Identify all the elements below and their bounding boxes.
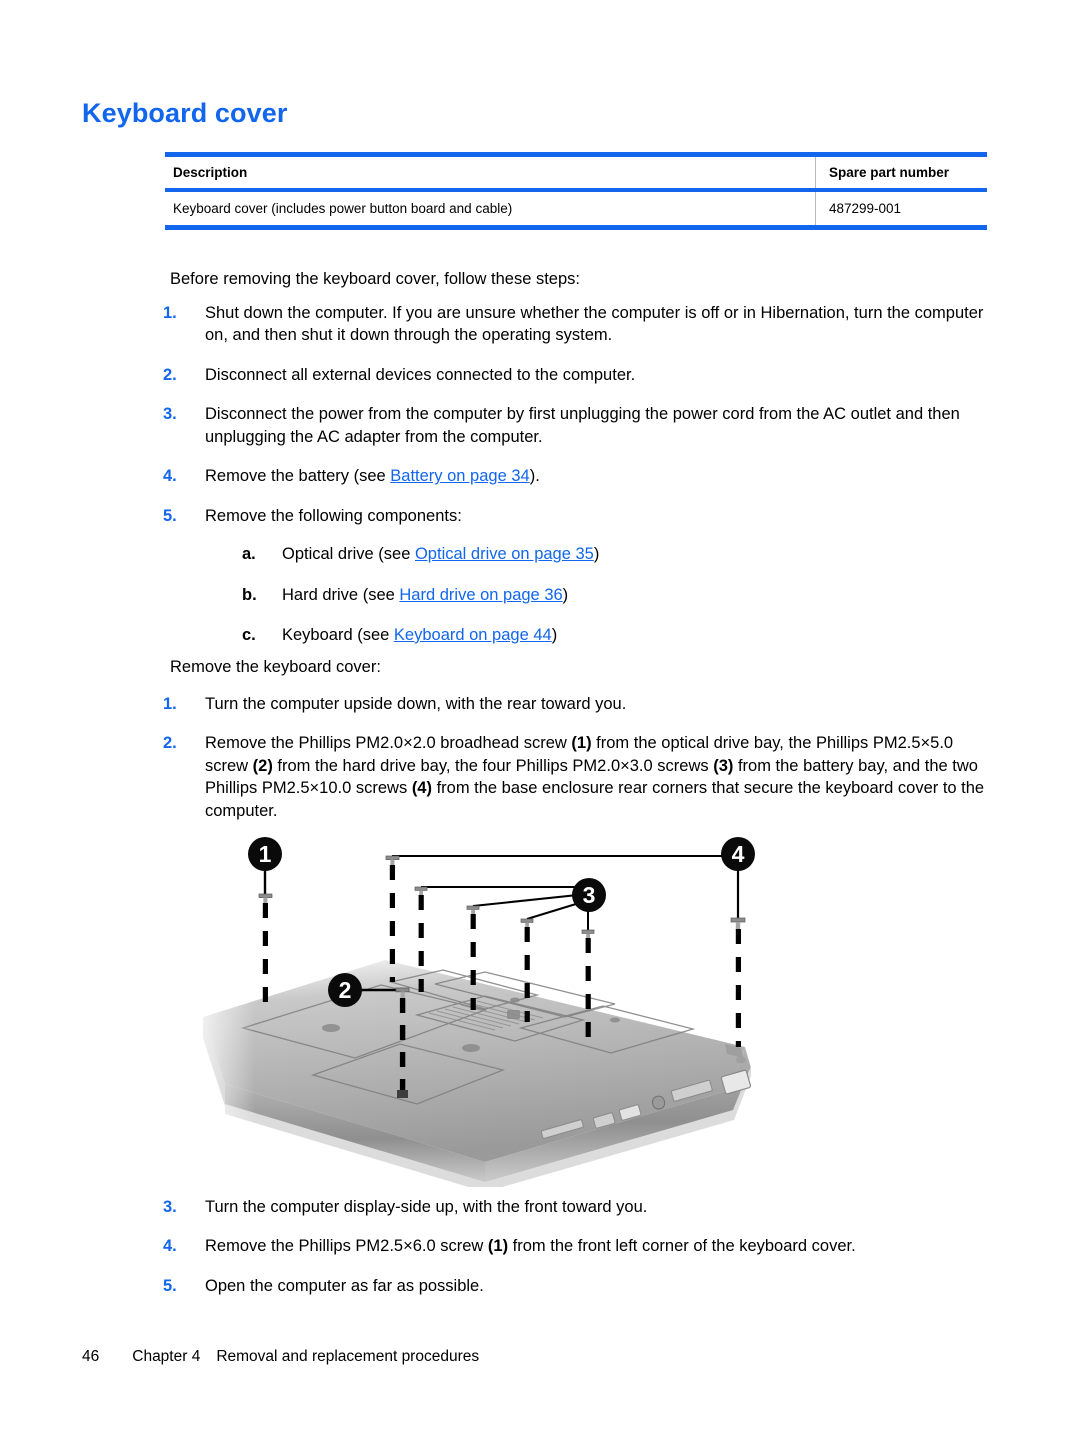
list-marker: 3. [163, 405, 177, 424]
callout-ref-2: (2) [252, 756, 273, 775]
screw-1 [258, 893, 273, 904]
list-item: 5. Open the computer as far as possible. [163, 1275, 993, 1297]
list-item-text: Turn the computer display-side up, with … [205, 1198, 648, 1216]
before-removal-steps-list: 1. Shut down the computer. If you are un… [163, 302, 993, 646]
svg-text:4: 4 [732, 841, 745, 867]
callout-1: 1 [248, 837, 282, 871]
callout-ref-1: (1) [487, 1237, 509, 1256]
text-segment: Optical drive (see [282, 545, 415, 564]
list-item: 3. Turn the computer display-side up, wi… [163, 1196, 993, 1218]
sub-list-marker: c. [242, 625, 256, 644]
svg-text:1: 1 [259, 841, 272, 867]
text-segment: from the front left corner of the keyboa… [508, 1237, 856, 1256]
screw-4b [730, 917, 746, 930]
list-item-text: Disconnect the power from the computer b… [205, 405, 960, 446]
list-item: 4. Remove the Phillips PM2.5×6.0 screw (… [163, 1235, 993, 1257]
text-segment: from the hard drive bay, the four Philli… [272, 756, 714, 775]
page-footer: 46 Chapter 4 Removal and replacement pro… [82, 1348, 479, 1366]
cross-reference-link-keyboard[interactable]: Keyboard on page 44 [394, 626, 552, 644]
text-segment: ) [562, 585, 569, 604]
list-item: b. Hard drive (see Hard drive on page 36… [242, 584, 993, 606]
screw-3a [414, 886, 428, 896]
sub-steps-list: a. Optical drive (see Optical drive on p… [242, 543, 993, 646]
list-item-text: Remove the Phillips PM2.0×2.0 broadhead … [205, 732, 993, 822]
list-marker: 4. [163, 1237, 177, 1256]
list-marker: 2. [163, 365, 177, 384]
screw-3b [466, 905, 480, 915]
document-page: Keyboard cover Description Spare part nu… [0, 0, 1080, 1437]
computer-bottom-illustration: 1 2 3 4 [185, 832, 785, 1187]
text-segment: Remove the battery (see [205, 467, 391, 486]
list-item: a. Optical drive (see Optical drive on p… [242, 543, 993, 565]
text-segment: Keyboard (see [282, 625, 394, 644]
list-item: 4. Remove the battery (see Battery on pa… [163, 465, 993, 487]
list-item: c. Keyboard (see Keyboard on page 44) [242, 624, 993, 646]
list-marker: 3. [163, 1198, 177, 1216]
cross-reference-link-battery[interactable]: Battery on page 34 [390, 467, 529, 485]
svg-text:2: 2 [339, 977, 352, 1003]
list-marker: 1. [163, 695, 177, 713]
cross-reference-link-optical-drive[interactable]: Optical drive on page 35 [415, 545, 594, 563]
list-item-text: Shut down the computer. If you are unsur… [205, 304, 984, 345]
text-segment: ). [529, 467, 540, 486]
screw-3d [581, 929, 595, 939]
svg-text:3: 3 [583, 882, 596, 908]
list-item-text: Remove the following components: a. Opti… [205, 505, 993, 647]
page-title: Keyboard cover [82, 98, 288, 128]
callout-ref-1: (1) [571, 734, 592, 753]
list-item-text: Remove the battery (see Battery on page … [205, 465, 993, 487]
callout-4: 4 [721, 837, 755, 871]
cell-description: Keyboard cover (includes power button bo… [173, 201, 513, 216]
table-row: Keyboard cover (includes power button bo… [165, 192, 987, 225]
callout-3: 3 [572, 878, 606, 912]
sub-list-item-text: Hard drive (see Hard drive on page 36) [282, 584, 993, 606]
list-marker: 5. [163, 506, 177, 525]
list-marker: 2. [163, 734, 177, 753]
text-segment: Hard drive (see [282, 585, 400, 604]
cross-reference-link-hard-drive[interactable]: Hard drive on page 36 [399, 586, 562, 604]
spare-part-table: Description Spare part number Keyboard c… [165, 152, 987, 230]
list-item-text: Turn the computer upside down, with the … [205, 695, 627, 713]
list-marker: 1. [163, 304, 177, 322]
column-header-description: Description [173, 165, 248, 180]
footer-chapter: Chapter 4 [132, 1348, 201, 1365]
intro-paragraph-remove: Remove the keyboard cover: [170, 658, 381, 676]
list-item: 5. Remove the following components: a. O… [163, 505, 993, 647]
screw-3c [520, 918, 534, 928]
intro-paragraph-before: Before removing the keyboard cover, foll… [170, 270, 580, 288]
callout-ref-3: (3) [713, 756, 734, 775]
sub-list-marker: a. [242, 545, 256, 564]
list-item-label: Remove the following components: [205, 506, 462, 525]
text-segment: ) [593, 545, 600, 564]
list-item-text: Open the computer as far as possible. [205, 1276, 484, 1295]
text-segment: Remove the Phillips PM2.0×2.0 broadhead … [205, 734, 572, 753]
footer-page-number: 46 [82, 1348, 100, 1365]
illustration-svg: 1 2 3 4 [185, 837, 755, 1187]
list-item: 2. Disconnect all external devices conne… [163, 364, 993, 386]
sub-list-marker: b. [242, 585, 257, 604]
list-item: 1. Turn the computer upside down, with t… [163, 693, 993, 715]
list-item: 2. Remove the Phillips PM2.0×2.0 broadhe… [163, 732, 993, 822]
list-item: 3. Disconnect the power from the compute… [163, 403, 993, 448]
screw-4a [385, 855, 400, 866]
list-item: 1. Shut down the computer. If you are un… [163, 302, 993, 347]
callout-2: 2 [328, 973, 362, 1007]
table-header-row: Description Spare part number [165, 157, 987, 188]
removal-steps-list-continued: 3. Turn the computer display-side up, wi… [163, 1196, 993, 1297]
removal-steps-list: 1. Turn the computer upside down, with t… [163, 693, 993, 822]
cell-spare-part-number: 487299-001 [815, 192, 987, 225]
text-segment: ) [551, 625, 558, 644]
list-marker: 5. [163, 1276, 177, 1295]
list-item-text: Disconnect all external devices connecte… [205, 365, 636, 384]
footer-title: Removal and replacement procedures [216, 1348, 480, 1365]
table-bottom-rule [165, 225, 987, 230]
list-marker: 4. [163, 467, 177, 486]
text-segment: Remove the Phillips PM2.5×6.0 screw [205, 1237, 488, 1256]
callout-ref-4: (4) [411, 779, 432, 798]
sub-list-item-text: Keyboard (see Keyboard on page 44) [282, 624, 993, 646]
list-item-text: Remove the Phillips PM2.5×6.0 screw (1) … [205, 1235, 993, 1257]
column-header-spare-part-number: Spare part number [815, 157, 987, 188]
sub-list-item-text: Optical drive (see Optical drive on page… [282, 543, 993, 565]
